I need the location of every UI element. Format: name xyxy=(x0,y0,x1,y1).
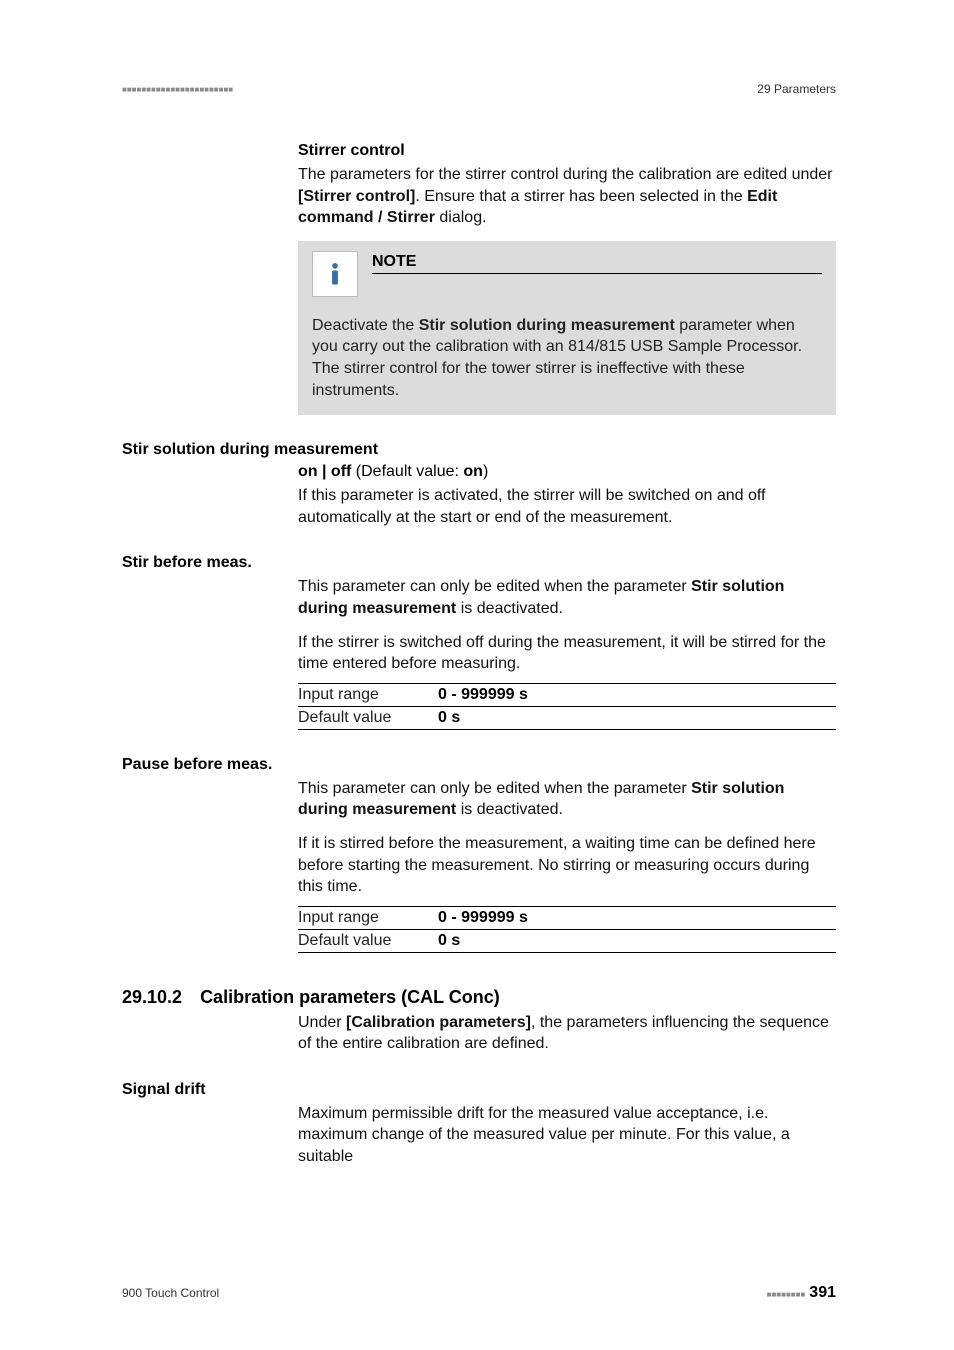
param-onoff: on | off (Default value: on) xyxy=(298,463,836,481)
text: This parameter can only be edited when t… xyxy=(298,578,691,595)
note-block: NOTE Deactivate the Stir solution during… xyxy=(298,241,836,415)
text: This parameter can only be edited when t… xyxy=(298,780,691,797)
text: . Ensure that a stirrer has been selecte… xyxy=(415,188,747,205)
section-heading-row: 29.10.2 Calibration parameters (CAL Conc… xyxy=(122,987,836,1008)
param-table: Input range 0 - 999999 s Default value 0… xyxy=(298,683,836,730)
param-description: Maximum permissible drift for the measur… xyxy=(298,1103,836,1168)
param-table: Input range 0 - 999999 s Default value 0… xyxy=(298,906,836,953)
table-value: 0 s xyxy=(438,932,460,950)
text: dialog. xyxy=(435,209,487,226)
text: The parameters for the stirrer control d… xyxy=(298,166,833,183)
footer-dashes: ■■■■■■■■ xyxy=(767,1290,806,1299)
table-value: 0 - 999999 s xyxy=(438,909,528,927)
text-bold: on xyxy=(463,463,483,480)
param-heading-stir-before: Stir before meas. xyxy=(122,554,836,572)
param-heading-pause-before: Pause before meas. xyxy=(122,756,836,774)
table-label: Default value xyxy=(298,709,438,727)
note-title: NOTE xyxy=(372,253,822,274)
stirrer-control-paragraph: The parameters for the stirrer control d… xyxy=(298,164,836,229)
section-body: Under [Calibration parameters], the para… xyxy=(298,1012,836,1055)
param-description-2: If it is stirred before the measurement,… xyxy=(298,833,836,898)
footer-product: 900 Touch Control xyxy=(122,1286,219,1300)
page-footer: 900 Touch Control ■■■■■■■■391 xyxy=(122,1284,836,1302)
header-dashes: ■■■■■■■■■■■■■■■■■■■■■■■ xyxy=(122,85,233,94)
section-number: 29.10.2 xyxy=(122,987,182,1008)
text: Deactivate the xyxy=(312,317,419,334)
param-heading-stir-during: Stir solution during measurement xyxy=(122,441,836,459)
table-row: Input range 0 - 999999 s xyxy=(298,684,836,706)
table-label: Default value xyxy=(298,932,438,950)
text: is deactivated. xyxy=(456,600,563,617)
info-icon xyxy=(312,251,358,297)
table-row: Default value 0 s xyxy=(298,706,836,729)
param-description: This parameter can only be edited when t… xyxy=(298,576,836,619)
footer-page-wrap: ■■■■■■■■391 xyxy=(767,1284,836,1302)
text: Under xyxy=(298,1014,346,1031)
text-bold: [Calibration parameters] xyxy=(346,1014,531,1031)
note-body: Deactivate the Stir solution during meas… xyxy=(312,315,822,401)
param-description: This parameter can only be edited when t… xyxy=(298,778,836,821)
table-label: Input range xyxy=(298,909,438,927)
text: (Default value: xyxy=(351,463,463,480)
text-bold: Stir solution during measurement xyxy=(419,317,675,334)
table-value: 0 s xyxy=(438,709,460,727)
table-value: 0 - 999999 s xyxy=(438,686,528,704)
table-row: Default value 0 s xyxy=(298,929,836,952)
text: is deactivated. xyxy=(456,801,563,818)
table-label: Input range xyxy=(298,686,438,704)
footer-page-number: 391 xyxy=(809,1284,836,1301)
param-description-2: If the stirrer is switched off during th… xyxy=(298,632,836,675)
text-bold: [Stirrer control] xyxy=(298,188,415,205)
header-chapter: 29 Parameters xyxy=(757,82,836,96)
param-description: If this parameter is activated, the stir… xyxy=(298,485,836,528)
stirrer-control-heading: Stirrer control xyxy=(298,142,836,160)
section-title: Calibration parameters (CAL Conc) xyxy=(200,987,500,1008)
text: ) xyxy=(483,463,488,480)
table-row: Input range 0 - 999999 s xyxy=(298,907,836,929)
page-header: ■■■■■■■■■■■■■■■■■■■■■■■ 29 Parameters xyxy=(122,82,836,96)
param-heading-signal-drift: Signal drift xyxy=(122,1081,836,1099)
text-bold: on | off xyxy=(298,463,351,480)
